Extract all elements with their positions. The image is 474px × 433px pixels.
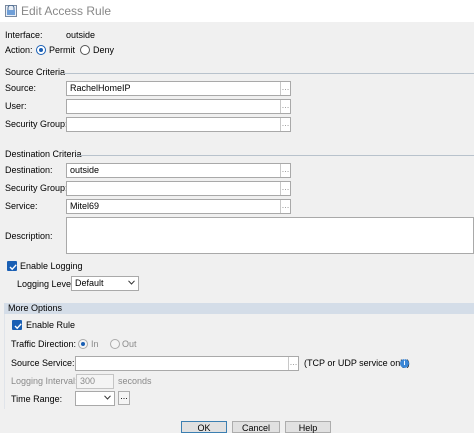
destination-criteria-heading: Destination Criteria — [5, 149, 82, 159]
destination-security-group-browse-button[interactable]: … — [280, 182, 290, 195]
destination-security-group-field[interactable]: … — [66, 181, 291, 196]
description-label: Description: — [5, 231, 53, 241]
source-service-label: Source Service: — [11, 358, 75, 368]
destination-field[interactable]: outside … — [66, 163, 291, 178]
more-options-heading: More Options — [8, 303, 63, 313]
interface-value: outside — [66, 30, 96, 40]
service-value: Mitel69 — [70, 201, 100, 211]
enable-logging-label[interactable]: Enable Logging — [20, 261, 83, 272]
asdm-shield-icon — [5, 4, 17, 17]
chevron-down-icon — [128, 280, 135, 285]
traffic-out-label[interactable]: Out — [122, 339, 137, 350]
source-criteria-heading: Source Criteria — [5, 67, 66, 77]
source-security-group-field[interactable]: … — [66, 117, 291, 132]
permit-radio-label[interactable]: Permit — [49, 45, 75, 56]
source-browse-button[interactable]: … — [280, 82, 290, 95]
source-field[interactable]: RachelHomeIP … — [66, 81, 291, 96]
traffic-in-label[interactable]: In — [91, 339, 99, 350]
destination-security-group-label: Security Group: — [5, 183, 68, 193]
permit-radio[interactable] — [36, 45, 46, 55]
traffic-direction-label: Traffic Direction: — [11, 339, 77, 349]
destination-browse-button[interactable]: … — [280, 164, 290, 177]
user-browse-button[interactable]: … — [280, 100, 290, 113]
help-button[interactable]: Help — [285, 421, 331, 433]
service-browse-button[interactable]: … — [280, 200, 290, 213]
traffic-out-radio[interactable] — [110, 339, 120, 349]
enable-rule-checkbox[interactable] — [12, 320, 22, 330]
deny-radio[interactable] — [80, 45, 90, 55]
source-criteria-divider — [63, 73, 474, 74]
deny-radio-label[interactable]: Deny — [93, 45, 114, 56]
user-label: User: — [5, 101, 27, 111]
source-service-field[interactable]: … — [75, 356, 299, 371]
enable-logging-checkbox[interactable] — [7, 261, 17, 271]
source-service-browse-button[interactable]: … — [288, 357, 298, 370]
destination-label: Destination: — [5, 165, 53, 175]
title-bar: Edit Access Rule — [0, 0, 474, 22]
source-security-group-label: Security Group: — [5, 119, 68, 129]
time-range-select[interactable] — [75, 391, 115, 406]
destination-value: outside — [70, 165, 100, 175]
logging-interval-label: Logging Interval: — [11, 376, 78, 386]
description-textarea[interactable] — [66, 217, 474, 254]
time-range-browse-button[interactable]: ... — [118, 391, 130, 405]
logging-level-value: Default — [75, 278, 104, 288]
source-label: Source: — [5, 83, 37, 93]
action-label: Action: — [5, 45, 33, 55]
logging-interval-value: 300 — [80, 376, 96, 386]
ok-button[interactable]: OK — [181, 421, 227, 433]
source-value: RachelHomeIP — [70, 83, 131, 93]
chevron-down-icon — [104, 395, 111, 400]
time-range-label: Time Range: — [11, 394, 63, 404]
destination-criteria-divider — [76, 155, 474, 156]
logging-interval-field[interactable]: 300 — [76, 374, 114, 389]
source-service-hint: (TCP or UDP service only) — [304, 358, 410, 368]
checkmark-icon — [14, 323, 22, 330]
logging-interval-unit: seconds — [118, 376, 152, 386]
info-icon[interactable]: i — [400, 359, 409, 368]
checkmark-icon — [9, 264, 17, 271]
user-field[interactable]: … — [66, 99, 291, 114]
interface-label: Interface: — [5, 30, 43, 40]
logging-level-select[interactable]: Default — [71, 276, 139, 291]
service-label: Service: — [5, 201, 38, 211]
window-title: Edit Access Rule — [21, 4, 112, 18]
traffic-in-radio[interactable] — [78, 339, 88, 349]
more-options-header[interactable]: More Options — [4, 303, 474, 314]
service-field[interactable]: Mitel69 … — [66, 199, 291, 214]
cancel-button[interactable]: Cancel — [232, 421, 280, 433]
enable-rule-label[interactable]: Enable Rule — [26, 320, 75, 331]
source-security-group-browse-button[interactable]: … — [280, 118, 290, 131]
logging-level-label: Logging Level: — [17, 279, 76, 289]
